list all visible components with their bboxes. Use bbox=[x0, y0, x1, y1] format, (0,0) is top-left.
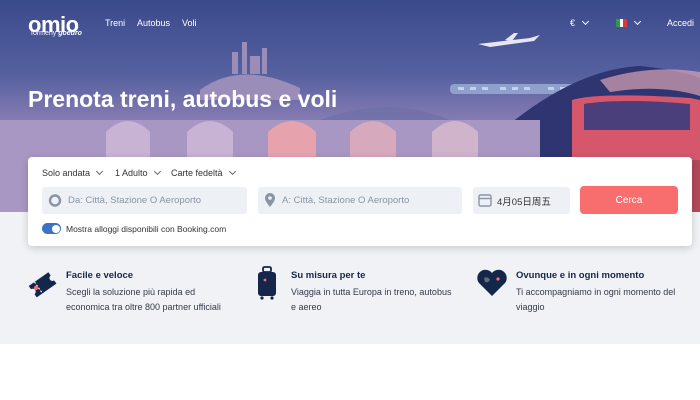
chevron-down-icon bbox=[228, 167, 236, 176]
calendar-icon bbox=[478, 194, 492, 207]
toggle-knob bbox=[51, 224, 60, 233]
chevron-down-icon bbox=[633, 17, 642, 26]
italy-flag-icon bbox=[616, 19, 628, 27]
login-link[interactable]: Accedi bbox=[667, 18, 694, 28]
page-title: Prenota treni, autobus e voli bbox=[28, 86, 338, 112]
trip-type-label: Solo andata bbox=[42, 168, 91, 178]
chevron-down-icon bbox=[153, 167, 161, 176]
loyalty-cards-label: Carte fedeltà bbox=[171, 168, 223, 178]
origin-placeholder: Da: Città, Stazione O Aeroporto bbox=[68, 195, 202, 206]
feature-desc: viaggio bbox=[516, 302, 545, 312]
feature-title: Su misura per te bbox=[291, 270, 366, 281]
destination-placeholder: A: Città, Stazione O Aeroporto bbox=[282, 195, 410, 206]
suitcase-icon bbox=[258, 266, 276, 300]
circle-icon bbox=[48, 194, 62, 207]
feature-desc: e aereo bbox=[291, 302, 322, 312]
passengers-label: 1 Adulto bbox=[115, 168, 148, 178]
passengers-selector[interactable]: 1 Adulto bbox=[115, 167, 161, 178]
date-value: 4月05日周五 bbox=[497, 196, 551, 208]
feature-anytime: Ovunque e in ogni momento Ti accompagnia… bbox=[516, 270, 700, 315]
logo-subtitle-prefix: formerly bbox=[31, 30, 57, 37]
nav-treni[interactable]: Treni bbox=[105, 18, 125, 28]
loyalty-cards-selector[interactable]: Carte fedeltà bbox=[171, 167, 236, 178]
trip-type-selector[interactable]: Solo andata bbox=[42, 167, 104, 178]
destination-input[interactable]: A: Città, Stazione O Aeroporto bbox=[258, 187, 462, 214]
logo-subtitle-brand: goeuro bbox=[58, 30, 82, 37]
ticket-icon bbox=[28, 272, 57, 298]
currency-label: € bbox=[570, 18, 576, 28]
nav-voli[interactable]: Voli bbox=[182, 18, 197, 28]
booking-toggle-label: Mostra alloggi disponibili con Booking.c… bbox=[66, 224, 227, 234]
search-panel: Solo andata 1 Adulto Carte fedeltà Da: C… bbox=[28, 157, 692, 246]
chevron-down-icon bbox=[581, 17, 590, 26]
heart-globe-icon bbox=[477, 269, 507, 296]
feature-title: Ovunque e in ogni momento bbox=[516, 270, 645, 281]
chevron-down-icon bbox=[96, 167, 104, 176]
origin-input[interactable]: Da: Città, Stazione O Aeroporto bbox=[42, 187, 247, 214]
feature-desc: economica tra oltre 800 partner ufficial… bbox=[66, 302, 221, 312]
feature-tailored: Su misura per te Viaggia in tutta Europa… bbox=[291, 270, 491, 315]
feature-fast: Facile e veloce Scegli la soluzione più … bbox=[66, 270, 266, 315]
feature-title: Facile e veloce bbox=[66, 270, 134, 281]
date-picker[interactable]: 4月05日周五 bbox=[473, 187, 570, 214]
booking-toggle[interactable] bbox=[42, 223, 61, 234]
feature-desc: Scegli la soluzione più rapida ed bbox=[66, 287, 196, 297]
feature-desc: Viaggia in tutta Europa in treno, autobu… bbox=[291, 287, 452, 297]
search-button[interactable]: Cerca bbox=[580, 186, 678, 214]
logo-subtitle: formerly goeuro bbox=[31, 30, 82, 37]
language-selector[interactable] bbox=[616, 17, 642, 27]
currency-selector[interactable]: € bbox=[570, 17, 590, 28]
feature-desc: Ti accompagniamo in ogni momento del bbox=[516, 287, 676, 297]
nav-autobus[interactable]: Autobus bbox=[137, 18, 170, 28]
location-pin-icon bbox=[265, 193, 275, 207]
